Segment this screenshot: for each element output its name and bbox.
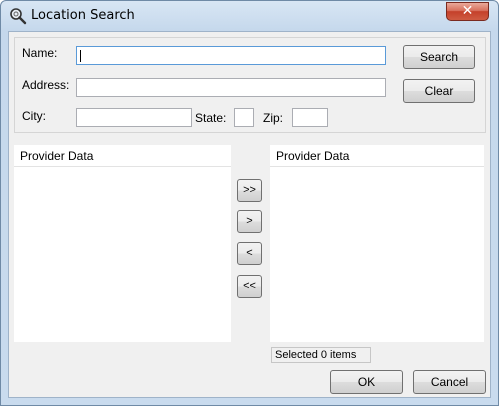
add-selected-button[interactable]: >: [237, 210, 262, 233]
name-label: Name:: [22, 46, 58, 60]
city-field[interactable]: [76, 108, 192, 127]
clear-button[interactable]: Clear: [403, 79, 475, 103]
search-button[interactable]: Search: [403, 45, 475, 69]
remove-selected-button[interactable]: <: [237, 242, 262, 265]
list-column-header[interactable]: Provider Data: [270, 145, 484, 167]
title-bar[interactable]: Location Search ✕: [1, 1, 498, 31]
zip-field[interactable]: [292, 108, 328, 127]
location-search-icon: [10, 8, 27, 25]
location-search-dialog: Location Search ✕ Name: Address: City: S…: [0, 0, 499, 406]
provider-data-list-right[interactable]: Provider Data: [270, 145, 484, 342]
close-icon: ✕: [461, 3, 474, 19]
address-field[interactable]: [76, 78, 386, 97]
add-all-button[interactable]: >>: [237, 179, 262, 202]
window-title: Location Search: [31, 8, 135, 23]
zip-label: Zip:: [263, 111, 284, 125]
ok-button[interactable]: OK: [330, 370, 403, 394]
city-label: City:: [22, 109, 46, 123]
state-label: State:: [195, 111, 227, 125]
name-field[interactable]: [76, 46, 386, 65]
state-field[interactable]: [234, 108, 254, 127]
provider-data-list-left[interactable]: Provider Data: [14, 145, 231, 342]
cancel-button[interactable]: Cancel: [413, 370, 486, 394]
list-column-header[interactable]: Provider Data: [14, 145, 231, 167]
address-label: Address:: [22, 78, 70, 92]
text-caret: [80, 50, 81, 62]
search-criteria-group: Name: Address: City: State: Zip: Search …: [14, 37, 486, 133]
remove-all-button[interactable]: <<: [237, 275, 262, 298]
close-button[interactable]: ✕: [446, 2, 489, 21]
selected-count-status: Selected 0 items: [271, 347, 371, 363]
dialog-client-area: Name: Address: City: State: Zip: Search …: [8, 31, 491, 398]
